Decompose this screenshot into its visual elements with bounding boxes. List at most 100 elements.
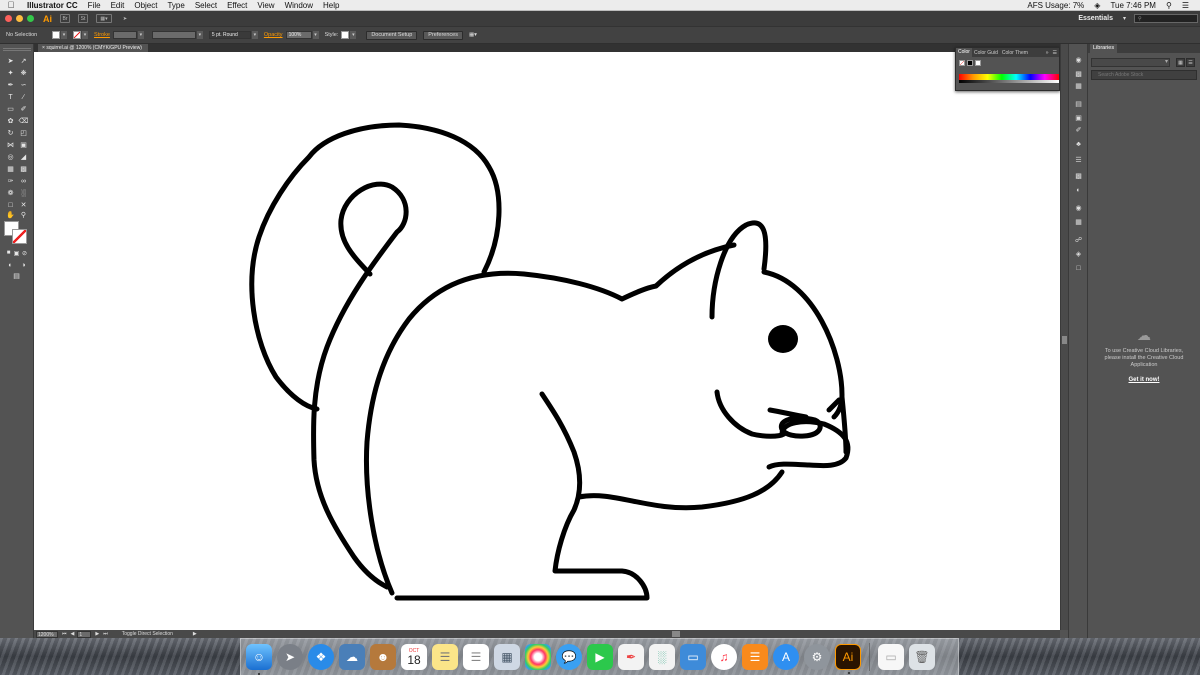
list-view-icon[interactable]: ☰: [1186, 58, 1195, 67]
mesh-tool-icon[interactable]: ▦: [5, 164, 16, 174]
textedit-icon[interactable]: ✒: [618, 644, 644, 670]
free-transform-tool-icon[interactable]: ▣: [18, 140, 29, 150]
symbols-panel-icon[interactable]: ♣: [1074, 140, 1083, 148]
menu-app-name[interactable]: Illustrator CC: [22, 1, 83, 10]
artboard-number[interactable]: 1: [77, 630, 92, 638]
artboard-canvas[interactable]: [34, 52, 1060, 630]
shaper-tool-icon[interactable]: ✿: [5, 116, 16, 126]
drawing-mode-icon[interactable]: ◐: [5, 260, 16, 270]
menu-effect[interactable]: Effect: [222, 1, 252, 10]
artboards-panel-icon[interactable]: □: [1074, 264, 1083, 272]
document-stack-icon[interactable]: ▭: [878, 644, 904, 670]
fill-dropdown-icon[interactable]: ▾: [61, 31, 67, 39]
menu-object[interactable]: Object: [129, 1, 162, 10]
brushes-panel-icon[interactable]: ✐: [1074, 126, 1083, 134]
document-tab[interactable]: × squirrel.ai @ 1200% (CMYK/GPU Preview): [38, 44, 148, 52]
opacity-label[interactable]: Opacity: [264, 32, 283, 38]
bridge-icon[interactable]: Br: [60, 14, 70, 23]
hand-tool-icon[interactable]: ✋: [5, 210, 16, 220]
next-artboard-icon[interactable]: ▶: [95, 631, 99, 637]
zoom-window-button[interactable]: [27, 15, 34, 22]
tab-color-guide[interactable]: Color Guid: [972, 50, 1000, 56]
vertical-scrollbar[interactable]: [1060, 44, 1068, 630]
eraser-tool-icon[interactable]: ⌫: [18, 116, 29, 126]
safari-icon[interactable]: ❖: [308, 644, 334, 670]
black-swatch[interactable]: [967, 60, 973, 66]
gradient-tool-icon[interactable]: ▩: [18, 164, 29, 174]
slice-tool-icon[interactable]: ✕: [18, 200, 29, 210]
libraries-tab[interactable]: Libraries: [1090, 44, 1118, 53]
eyedropper-tool-icon[interactable]: ✑: [5, 176, 16, 186]
curvature-tool-icon[interactable]: ∽: [18, 80, 29, 90]
fill-swatch[interactable]: [52, 31, 60, 39]
variable-width-profile[interactable]: [151, 31, 196, 39]
zoom-tool-icon[interactable]: ⚲: [18, 210, 29, 220]
notes-icon[interactable]: ☰: [432, 644, 458, 670]
last-artboard-icon[interactable]: ⏭: [103, 631, 108, 637]
numbers-icon[interactable]: ░: [649, 644, 675, 670]
launchpad-icon[interactable]: ➤: [277, 644, 303, 670]
stroke-color-box[interactable]: [12, 229, 27, 244]
finder-icon[interactable]: ☺: [246, 644, 272, 675]
calendar-icon[interactable]: OCT 18: [401, 644, 427, 670]
get-it-now-link[interactable]: Get it now!: [1088, 377, 1200, 383]
none-mode-icon[interactable]: ⊘: [19, 248, 30, 258]
lasso-tool-icon[interactable]: ❋: [18, 68, 29, 78]
panel-collapse-icon[interactable]: »: [1044, 50, 1051, 56]
illustrator-dock-icon[interactable]: Ai: [835, 644, 861, 674]
minimize-window-button[interactable]: [16, 15, 23, 22]
first-artboard-icon[interactable]: ⏮: [62, 631, 67, 637]
type-tool-icon[interactable]: T: [5, 92, 16, 102]
stroke-weight-dropdown-icon[interactable]: ▾: [137, 31, 144, 39]
clock[interactable]: Tue 7:46 PM: [1105, 1, 1161, 10]
transform-panel-icon[interactable]: ▦: [1074, 82, 1083, 90]
menu-view[interactable]: View: [252, 1, 279, 10]
opacity-field[interactable]: 100%: [285, 31, 312, 39]
apple-icon[interactable]: : [0, 0, 22, 10]
panel-grip[interactable]: [3, 48, 31, 51]
stroke-swatch[interactable]: [73, 31, 81, 39]
grid-view-icon[interactable]: ▦: [1176, 58, 1185, 67]
gradient-panel-icon[interactable]: ▩: [1074, 172, 1083, 180]
width-tool-icon[interactable]: ⋈: [5, 140, 16, 150]
rotate-tool-icon[interactable]: ↻: [5, 128, 16, 138]
stroke-panel-icon[interactable]: ☰: [1074, 156, 1083, 164]
preferences-button[interactable]: Preferences: [423, 30, 463, 40]
color-panel-icon[interactable]: ◉: [1074, 204, 1083, 212]
system-preferences-icon[interactable]: ⚙: [804, 644, 830, 670]
menu-edit[interactable]: Edit: [106, 1, 130, 10]
messages-icon[interactable]: 💬: [556, 644, 582, 670]
artboard-tool-icon[interactable]: □: [5, 200, 16, 210]
swatches-panel-icon[interactable]: ▦: [1074, 218, 1083, 226]
line-segment-tool-icon[interactable]: ∕: [18, 92, 29, 102]
afs-usage[interactable]: AFS Usage: 7%: [1022, 1, 1089, 10]
stock-icon[interactable]: St: [78, 14, 88, 23]
workspace-dropdown-icon[interactable]: ▾: [1123, 15, 1126, 22]
panel-menu-icon[interactable]: ☰: [1051, 50, 1059, 56]
scale-tool-icon[interactable]: ◰: [18, 128, 29, 138]
document-setup-button[interactable]: Document Setup: [366, 30, 418, 40]
app-store-icon[interactable]: A: [773, 644, 799, 670]
horizontal-scroll-thumb[interactable]: [672, 631, 680, 637]
menu-window[interactable]: Window: [280, 1, 318, 10]
shape-builder-tool-icon[interactable]: ◎: [5, 152, 16, 162]
gpu-performance-icon[interactable]: ➤: [120, 14, 130, 23]
tab-color[interactable]: Color: [956, 48, 972, 57]
white-swatch[interactable]: [975, 60, 981, 66]
pathfinder-panel-icon[interactable]: ▣: [1074, 114, 1083, 122]
pen-tool-icon[interactable]: ✒: [5, 80, 16, 90]
graphic-style-swatch[interactable]: [341, 31, 350, 39]
menu-help[interactable]: Help: [318, 1, 344, 10]
menu-type[interactable]: Type: [162, 1, 189, 10]
help-search-input[interactable]: ⚲: [1134, 14, 1198, 23]
brush-dropdown-icon[interactable]: ▾: [251, 31, 258, 39]
opacity-dropdown-icon[interactable]: ▾: [312, 31, 319, 39]
color-spectrum-bar[interactable]: [959, 74, 1059, 83]
stroke-dropdown-icon[interactable]: ▾: [82, 31, 88, 39]
menu-select[interactable]: Select: [190, 1, 222, 10]
previous-artboard-icon[interactable]: ◀: [71, 631, 75, 637]
align-panel-icon[interactable]: ▤: [1074, 100, 1083, 108]
keynote-icon[interactable]: ▭: [680, 644, 706, 670]
notifications-icon[interactable]: ☰: [1177, 1, 1194, 10]
wifi-icon[interactable]: ◈: [1089, 1, 1105, 10]
